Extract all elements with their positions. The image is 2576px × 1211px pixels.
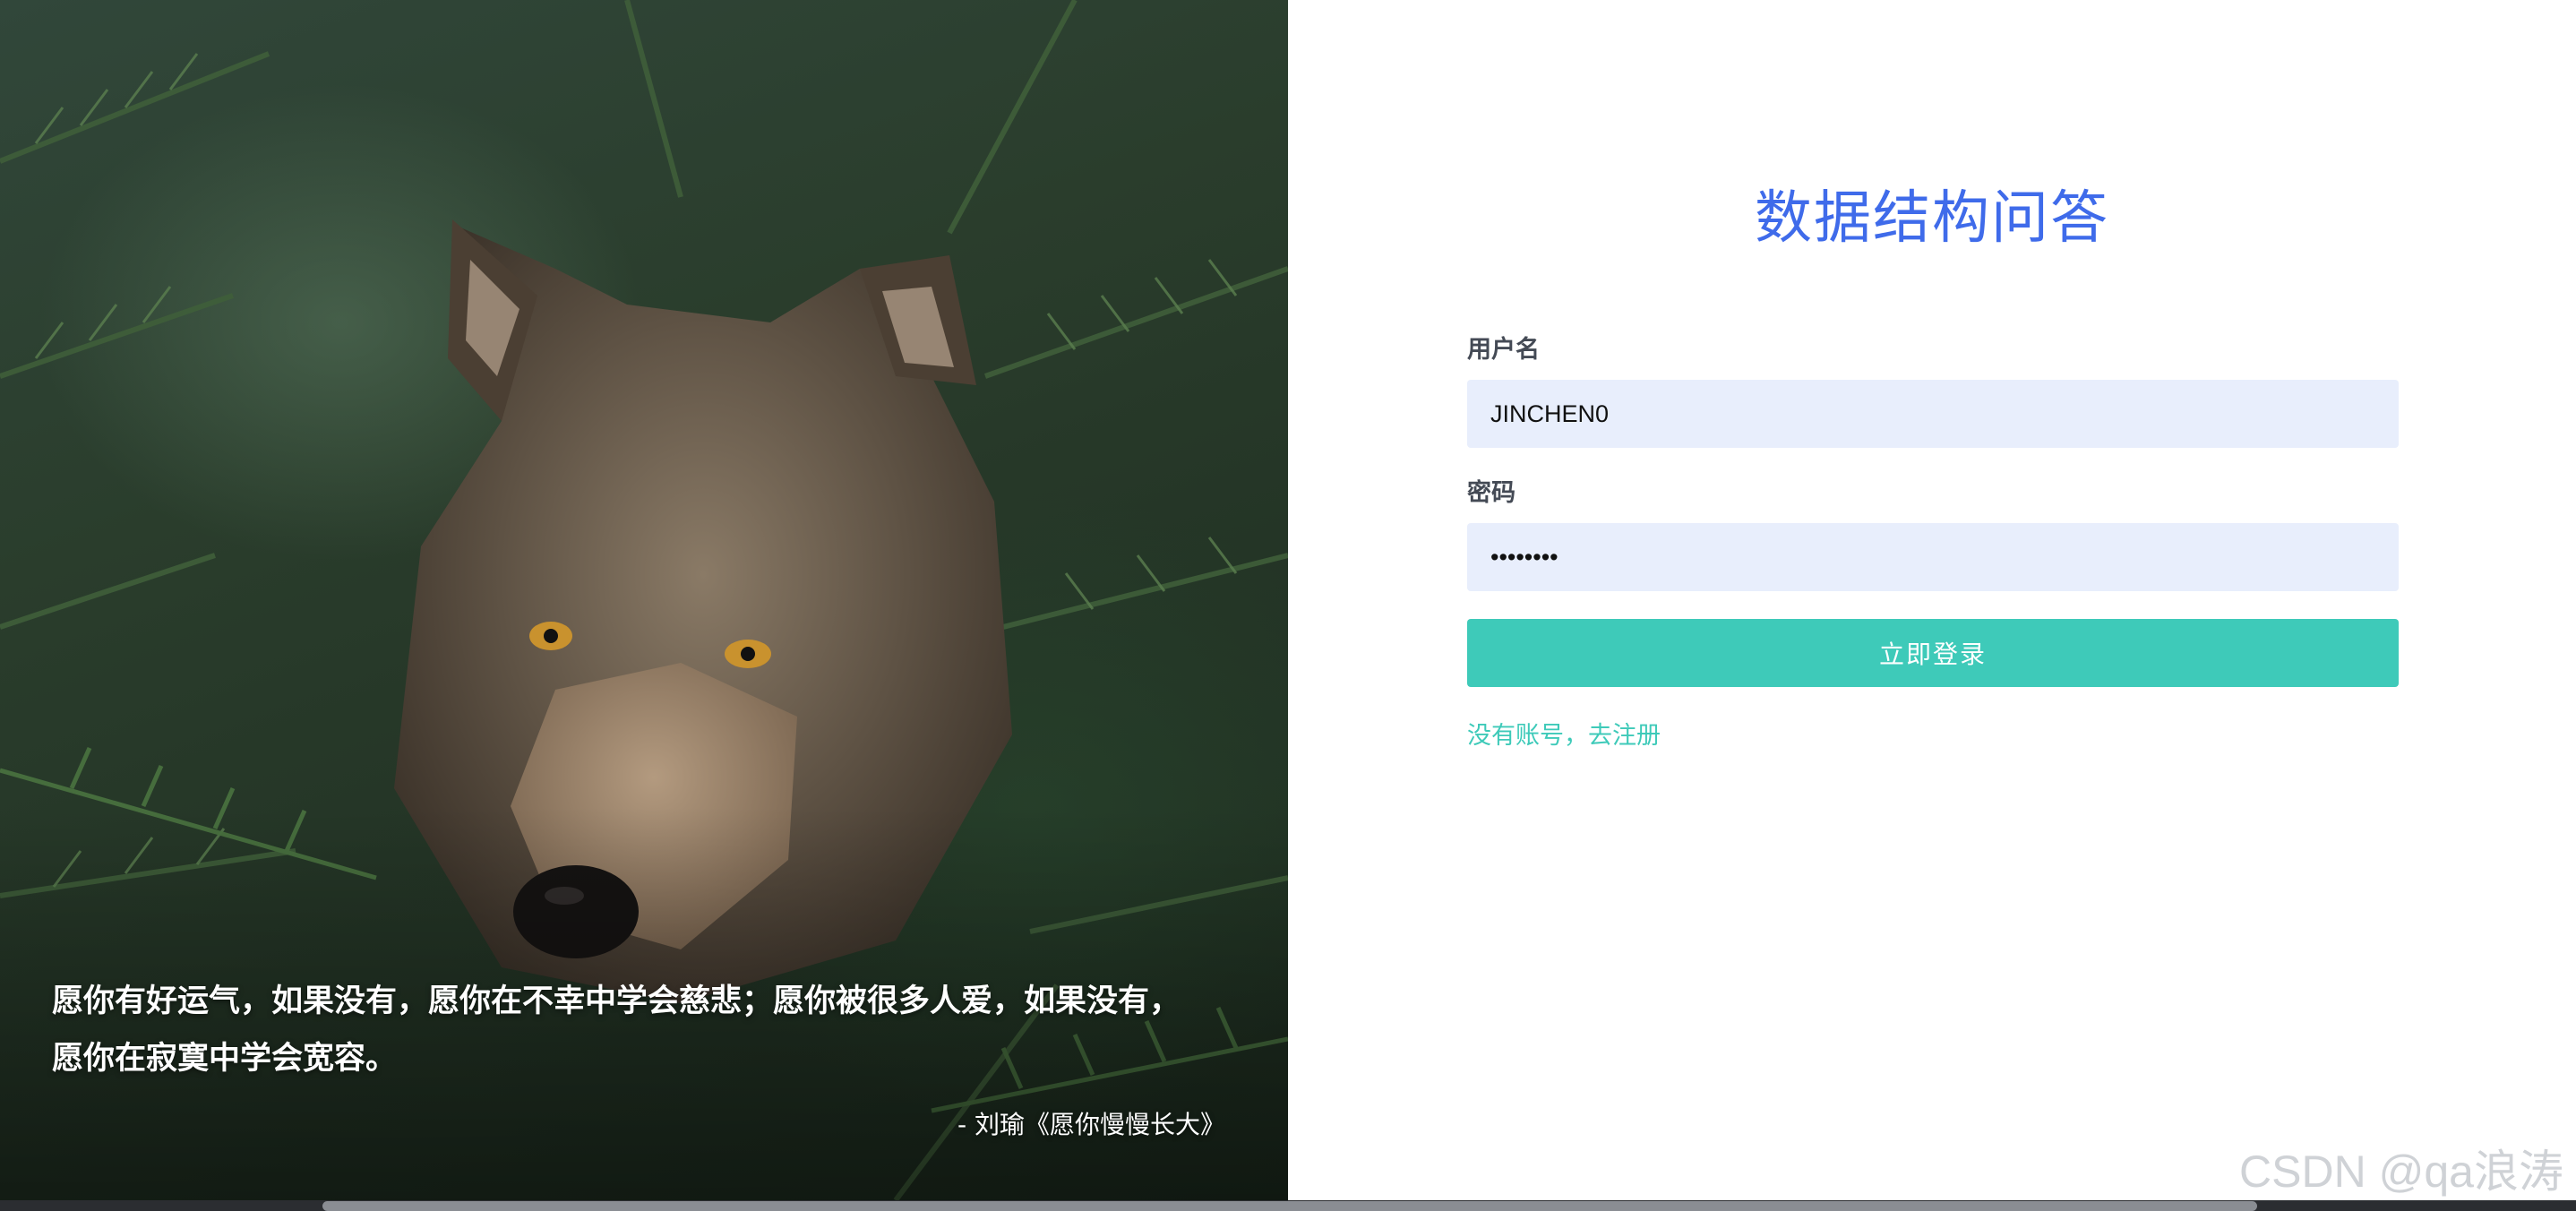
hero-quote: 愿你有好运气，如果没有，愿你在不幸中学会慈悲；愿你被很多人爱，如果没有，愿你在寂… xyxy=(52,983,1181,1077)
username-input[interactable] xyxy=(1467,380,2399,448)
login-page: 愿你有好运气，如果没有，愿你在不幸中学会慈悲；愿你被很多人爱，如果没有，愿你在寂… xyxy=(0,0,2576,1211)
hero-image-panel: 愿你有好运气，如果没有，愿你在不幸中学会慈悲；愿你被很多人爱，如果没有，愿你在寂… xyxy=(0,0,1288,1200)
horizontal-scrollbar[interactable] xyxy=(322,1201,2257,1211)
login-panel: 数据结构问答 用户名 密码 立即登录 没有账号，去注册 CSDN @qa浪涛 xyxy=(1288,0,2576,1200)
register-link[interactable]: 没有账号，去注册 xyxy=(1467,716,1661,751)
password-label: 密码 xyxy=(1467,479,1516,507)
password-input[interactable] xyxy=(1467,523,2399,591)
login-button[interactable]: 立即登录 xyxy=(1467,619,2399,687)
quote-attribution: - 刘瑜《愿你慢慢长大》 xyxy=(957,1110,1225,1139)
login-form: 用户名 密码 立即登录 没有账号，去注册 xyxy=(1467,333,2399,751)
username-label: 用户名 xyxy=(1467,336,1540,364)
csdn-watermark: CSDN @qa浪涛 xyxy=(2239,1147,2563,1197)
app-title: 数据结构问答 xyxy=(1755,185,2109,252)
